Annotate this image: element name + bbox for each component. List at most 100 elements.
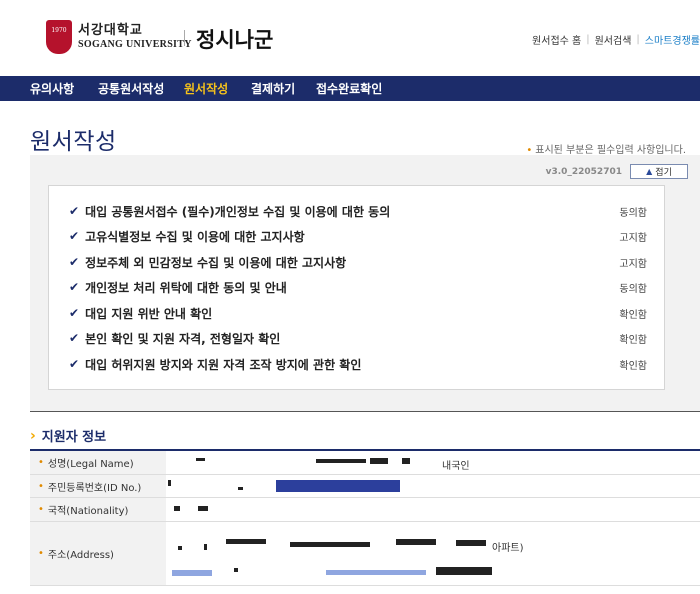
university-logo[interactable]: 1970 서강대학교 SOGANG UNIVERSITY (46, 20, 192, 54)
nav-item-notice[interactable]: 유의사항 (30, 80, 74, 97)
page-title: 원서작성 (30, 129, 117, 155)
redaction-mark (196, 458, 205, 461)
version-label: v3.0_22052701 (545, 167, 622, 177)
consent-item-status: 고지함 (619, 232, 647, 244)
fold-button-label: 접기 (655, 168, 672, 178)
check-icon: ✔ (69, 255, 80, 269)
check-icon: ✔ (69, 280, 80, 294)
nav-item-common-application[interactable]: 공통원서작성 (98, 80, 164, 97)
consent-item-status: 동의함 (619, 283, 647, 295)
consent-item-personal-info[interactable]: ✔ 대입 공통원서접수 (필수)개인정보 수집 및 이용에 대한 동의 동의함 (69, 201, 647, 221)
consent-list: ✔ 대입 공통원서접수 (필수)개인정보 수집 및 이용에 대한 동의 동의함 ✔… (48, 185, 665, 390)
field-label: • 주민등록번호(ID No.) (30, 475, 166, 497)
consent-item-status: 동의함 (619, 207, 647, 219)
redaction-mark (276, 480, 400, 492)
crest-icon: 1970 (46, 20, 72, 54)
top-link-competition[interactable]: 스마트경쟁률 (645, 32, 700, 47)
redaction-mark (234, 568, 238, 572)
nationality-type-label: 내국인 (442, 461, 470, 472)
table-row-nationality: • 국적(Nationality) (30, 498, 700, 522)
nav-item-receipt-confirm[interactable]: 접수완료확인 (316, 80, 382, 97)
redaction-mark (326, 570, 426, 575)
main-nav: 유의사항 공통원서작성 원서작성 결제하기 접수완료확인 (0, 76, 700, 101)
field-label-text: 성명(Legal Name) (47, 459, 134, 470)
check-icon: ✔ (69, 357, 80, 371)
check-icon: ✔ (69, 229, 80, 243)
redaction-mark (238, 487, 243, 490)
redaction-mark (168, 480, 171, 486)
top-link-search[interactable]: 원서검색 (595, 32, 632, 47)
redaction-mark (396, 539, 436, 545)
nationality-field[interactable] (166, 498, 700, 521)
check-icon: ✔ (69, 331, 80, 345)
redaction-mark (456, 540, 486, 546)
field-label-text: 주소(Address) (47, 550, 114, 561)
required-marker-icon: • (38, 480, 44, 492)
consent-item-label: 개인정보 처리 위탁에 대한 동의 및 안내 (85, 280, 287, 295)
consent-item-status: 고지함 (619, 258, 647, 270)
consent-item-label: 대입 허위지원 방지와 지원 자격 조작 방지에 관한 확인 (85, 357, 362, 372)
redaction-mark (402, 458, 410, 464)
redaction-mark (172, 570, 212, 576)
consent-item-label: 대입 지원 위반 안내 확인 (85, 306, 213, 321)
redaction-mark (370, 458, 388, 464)
redaction-mark (178, 546, 182, 550)
header: 1970 서강대학교 SOGANG UNIVERSITY 정시나군 원서접수 홈… (0, 0, 700, 76)
field-label: • 성명(Legal Name) (30, 451, 166, 474)
check-icon: ✔ (69, 204, 80, 218)
consent-item-label: 대입 공통원서접수 (필수)개인정보 수집 및 이용에 대한 동의 (85, 204, 391, 219)
crest-mark: 1970 (51, 26, 67, 34)
top-link-home[interactable]: 원서접수 홈 (532, 32, 581, 47)
required-marker-icon: • (38, 457, 44, 468)
name-field[interactable]: 내국인 (166, 451, 700, 474)
redaction-mark (204, 544, 207, 550)
consent-item-label: 고유식별정보 수집 및 이용에 대한 고지사항 (85, 229, 305, 244)
logo-english: SOGANG UNIVERSITY (78, 39, 192, 50)
applicant-section-title: › 지원자 정보 (30, 426, 107, 446)
consent-item-processing-delegation[interactable]: ✔ 개인정보 처리 위탁에 대한 동의 및 안내 동의함 (69, 277, 647, 297)
address-suffix-text: 아파트) (492, 543, 524, 554)
table-row-id-number: • 주민등록번호(ID No.) (30, 475, 700, 498)
field-label: • 국적(Nationality) (30, 498, 166, 521)
consent-item-status: 확인함 (619, 334, 647, 346)
redaction-mark (226, 539, 266, 544)
table-row-name: • 성명(Legal Name) 내국인 (30, 451, 700, 475)
field-label: • 주소(Address) (30, 522, 166, 585)
required-marker-icon: • (38, 548, 44, 559)
consent-item-false-application[interactable]: ✔ 대입 허위지원 방지와 지원 자격 조작 방지에 관한 확인 확인함 (69, 354, 647, 374)
site-title: 정시나군 (196, 28, 274, 52)
required-note: • 표시된 부분은 필수입력 사항입니다. (526, 141, 686, 156)
required-marker-icon: • (38, 504, 44, 515)
applicant-info-table: • 성명(Legal Name) 내국인 • 주민등록번호(ID No.) • 국적(… (30, 449, 700, 586)
consent-item-unique-id[interactable]: ✔ 고유식별정보 수집 및 이용에 대한 고지사항 고지함 (69, 226, 647, 246)
redaction-mark (174, 506, 180, 511)
consent-item-status: 확인함 (619, 360, 647, 372)
chevron-right-icon: › (30, 427, 36, 444)
field-label-text: 국적(Nationality) (47, 506, 129, 517)
consent-item-sensitive-info[interactable]: ✔ 정보주체 외 민감정보 수집 및 이용에 대한 고지사항 고지함 (69, 252, 647, 272)
top-links: 원서접수 홈 | 원서검색 | 스마트경쟁률 (532, 32, 700, 47)
top-link-separator: | (586, 34, 590, 45)
address-field[interactable]: 아파트) (166, 522, 700, 585)
fold-button[interactable]: ▲ 접기 (630, 164, 688, 179)
top-link-separator: | (636, 34, 640, 45)
redaction-mark (316, 459, 366, 463)
nav-item-payment[interactable]: 결제하기 (251, 80, 295, 97)
consent-item-identity-check[interactable]: ✔ 본인 확인 및 지원 자격, 전형일자 확인 확인함 (69, 328, 647, 348)
nav-item-application-form[interactable]: 원서작성 (184, 80, 228, 97)
consent-item-violation-notice[interactable]: ✔ 대입 지원 위반 안내 확인 확인함 (69, 303, 647, 323)
section-title-text: 지원자 정보 (41, 430, 107, 445)
caret-up-icon: ▲ (646, 167, 653, 176)
consent-item-status: 확인함 (619, 309, 647, 321)
logo-korean: 서강대학교 (78, 23, 143, 38)
redaction-mark (436, 567, 492, 575)
consent-item-label: 정보주체 외 민감정보 수집 및 이용에 대한 고지사항 (85, 255, 347, 270)
redaction-mark (198, 506, 208, 511)
check-icon: ✔ (69, 306, 80, 320)
table-row-address: • 주소(Address) 아파트) (30, 522, 700, 586)
id-number-field[interactable] (166, 475, 700, 497)
consent-item-label: 본인 확인 및 지원 자격, 전형일자 확인 (85, 331, 281, 346)
redaction-mark (290, 542, 370, 547)
logo-divider (184, 30, 185, 46)
field-label-text: 주민등록번호(ID No.) (47, 482, 142, 494)
